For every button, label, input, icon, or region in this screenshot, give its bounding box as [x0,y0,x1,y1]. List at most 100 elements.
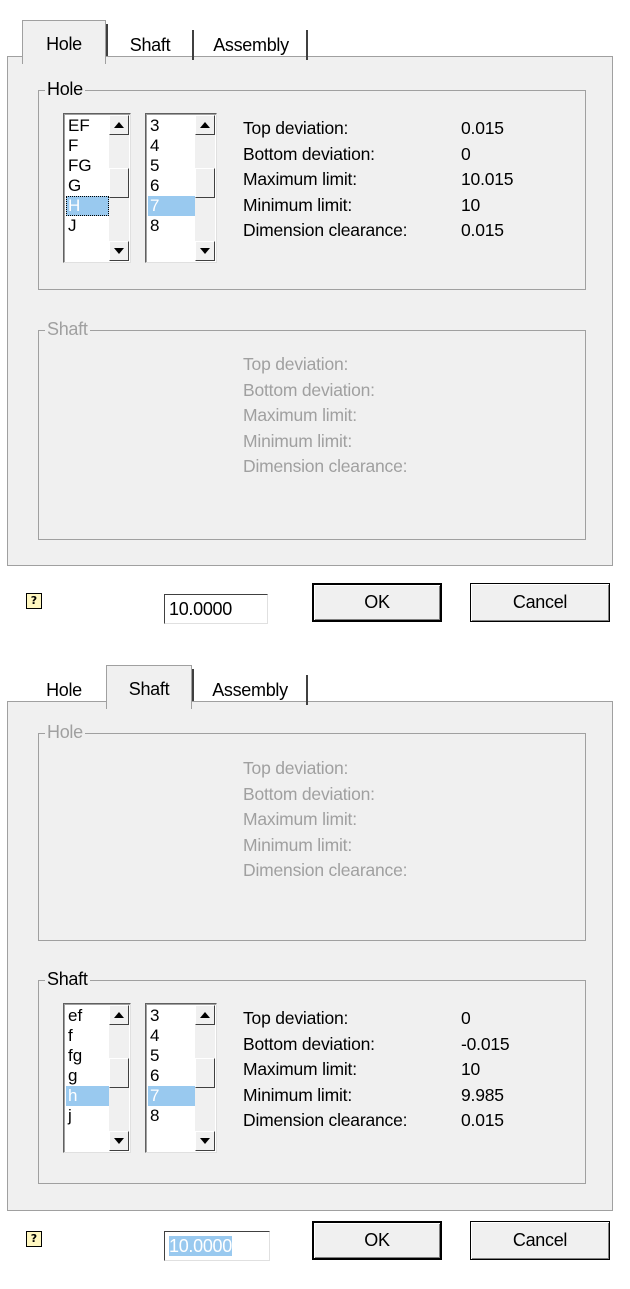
value-field-text: 10.0000 [169,1236,232,1256]
scroll-down-button[interactable] [195,1131,215,1151]
list-item[interactable]: 5 [148,1046,195,1066]
dimension-clearance-label: Dimension clearance: [243,1110,408,1130]
tab-separator [106,24,110,56]
arrow-down-icon [200,1138,210,1144]
list-item[interactable]: J [66,216,109,236]
tab-label: Hole [46,34,82,54]
maximum-limit-value: 10.015 [461,169,514,189]
arrow-down-icon [200,248,210,254]
maximum-limit-label: Maximum limit: [243,1059,357,1079]
value-field-text: 10.0000 [169,599,232,619]
list-item[interactable]: G [66,176,109,196]
arrow-up-icon [200,122,210,128]
list-item[interactable]: f [66,1026,109,1046]
dimension-clearance-value: 0.015 [461,1110,504,1130]
cancel-button[interactable]: Cancel [470,583,610,622]
tab-shaft[interactable]: Shaft [106,22,194,66]
scroll-thumb[interactable] [195,168,215,198]
arrow-up-icon [114,1012,124,1018]
list-item[interactable]: 5 [148,156,195,176]
list-item[interactable]: g [66,1066,109,1086]
hole-letter-listbox[interactable]: EF F FG G H J [63,113,131,263]
cancel-button[interactable]: Cancel [470,1221,610,1260]
listbox-items: 3 4 5 6 7 8 [148,1006,195,1126]
list-item[interactable]: EF [66,116,109,136]
list-item[interactable]: 8 [148,216,195,236]
shaft-group: Shaft ef f fg g h j 3 4 5 6 7 8 Top devi… [38,969,586,1184]
list-item[interactable]: 6 [148,176,195,196]
minimum-limit-label: Minimum limit: [243,430,353,451]
scroll-thumb[interactable] [195,1058,215,1088]
value-field[interactable]: 10.0000 [164,1231,270,1261]
group-title: Shaft [45,969,90,990]
scroll-down-button[interactable] [109,241,129,261]
list-item-selected[interactable]: H [66,196,109,216]
tab-hole[interactable]: Hole [22,20,106,64]
hole-grade-listbox[interactable]: 3 4 5 6 7 8 [145,113,217,263]
scroll-up-button[interactable] [109,115,129,135]
list-item-selected[interactable]: 7 [148,196,195,216]
tab-label: Assembly [213,35,289,55]
minimum-limit-value: 10 [461,194,481,215]
list-item[interactable]: FG [66,156,109,176]
help-icon[interactable]: ? [26,1231,42,1247]
ok-button[interactable]: OK [312,1221,442,1260]
scroll-thumb[interactable] [109,168,129,198]
tab-hole[interactable]: Hole [22,667,106,711]
scrollbar[interactable] [195,115,215,261]
list-item-selected[interactable]: 7 [148,1086,195,1106]
dimension-clearance-label: Dimension clearance: [243,220,408,240]
list-item-selected[interactable]: h [66,1086,109,1106]
maximum-limit-label: Maximum limit: [243,169,357,189]
group-title: Hole [45,722,85,743]
shaft-values: 0 -0.015 10 9.985 0.015 [461,1006,510,1134]
scrollbar[interactable] [109,115,129,261]
bottom-deviation-value: 0 [461,143,471,164]
list-item[interactable]: 4 [148,136,195,156]
listbox-items: ef f fg g h j [66,1006,109,1126]
list-item[interactable]: 3 [148,1006,195,1026]
arrow-down-icon [114,1138,124,1144]
maximum-limit-label: Maximum limit: [243,809,357,829]
shaft-grade-listbox[interactable]: 3 4 5 6 7 8 [145,1003,217,1153]
shaft-labels: Top deviation: Bottom deviation: Maximum… [243,352,407,480]
bottom-deviation-label: Bottom deviation: [243,783,375,804]
tab-separator [304,675,308,705]
maximum-limit-value: 10 [461,1059,481,1079]
minimum-limit-label: Minimum limit: [243,1084,353,1105]
list-item[interactable]: fg [66,1046,109,1066]
dimension-clearance-value: 0.015 [461,220,504,240]
scroll-up-button[interactable] [195,115,215,135]
list-item[interactable]: 8 [148,1106,195,1126]
help-icon[interactable]: ? [26,593,42,609]
scrollbar[interactable] [109,1005,129,1151]
scroll-down-button[interactable] [109,1131,129,1151]
ok-button[interactable]: OK [312,583,442,622]
list-item[interactable]: F [66,136,109,156]
list-item[interactable]: 6 [148,1066,195,1086]
scroll-up-button[interactable] [195,1005,215,1025]
hole-labels: Top deviation: Bottom deviation: Maximum… [243,116,407,244]
scroll-down-button[interactable] [195,241,215,261]
scroll-up-button[interactable] [109,1005,129,1025]
list-item[interactable]: 3 [148,116,195,136]
scrollbar[interactable] [195,1005,215,1151]
group-title: Shaft [45,319,90,340]
dialog-hole-tab: Hole Shaft Assembly Hole EF F FG G H J 3… [0,0,630,643]
top-deviation-value: 0.015 [461,118,504,138]
scroll-thumb[interactable] [109,1058,129,1088]
tab-assembly[interactable]: Assembly [192,667,308,711]
tab-assembly[interactable]: Assembly [194,22,308,66]
tab-label: Shaft [129,35,171,55]
list-item[interactable]: ef [66,1006,109,1026]
shaft-letter-listbox[interactable]: ef f fg g h j [63,1003,131,1153]
shaft-group: Shaft Top deviation: Bottom deviation: M… [38,319,586,540]
top-deviation-label: Top deviation: [243,1008,349,1028]
value-field[interactable]: 10.0000 [164,594,268,624]
top-deviation-label: Top deviation: [243,354,349,374]
tab-shaft[interactable]: Shaft [106,665,192,709]
list-item[interactable]: j [66,1106,109,1126]
list-item[interactable]: 4 [148,1026,195,1046]
top-deviation-label: Top deviation: [243,118,349,138]
tab-label: Hole [46,680,82,700]
